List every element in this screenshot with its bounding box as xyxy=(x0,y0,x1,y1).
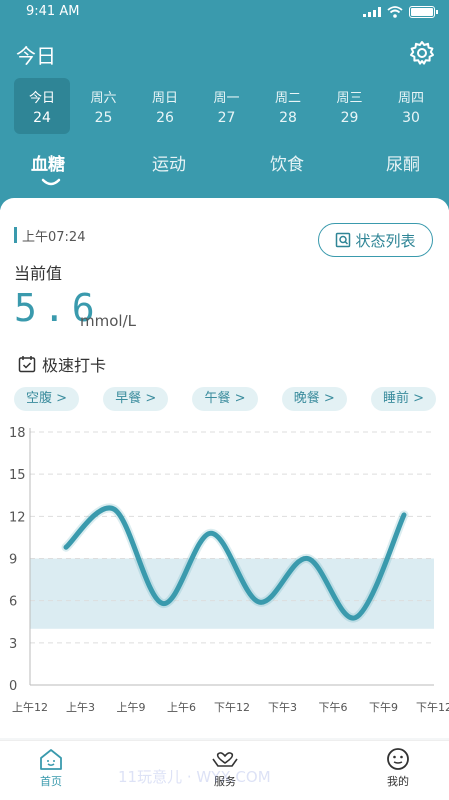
day-label: 周三 xyxy=(336,90,363,106)
tab-blood-sugar[interactable]: 血糖 xyxy=(31,150,65,175)
day-item[interactable]: 周三 29 xyxy=(322,78,378,134)
day-label: 周四 xyxy=(397,90,424,106)
y-tick-label: 3 xyxy=(9,637,17,652)
profile-icon xyxy=(387,748,409,770)
gear-icon[interactable] xyxy=(409,40,435,66)
day-label: 周二 xyxy=(274,90,301,106)
week-selector: 今日 24 周六 25 周日 26 周一 27 周二 28 周三 29 周四 30 xyxy=(14,78,439,136)
page-title: 今日 xyxy=(16,44,56,68)
glucose-chart: 0 3 6 9 12 15 18 上午12 上午3 上午9 上午6 下午12 下午3 下午6 下午9 下午12 xyxy=(9,426,449,714)
nav-profile-label: 我的 xyxy=(387,775,409,788)
day-number: 25 xyxy=(94,109,113,126)
day-item[interactable]: 周四 30 xyxy=(383,78,439,134)
y-tick-label: 6 xyxy=(9,595,17,610)
meal-chip-lunch[interactable]: 午餐 > xyxy=(192,387,258,411)
y-tick-label: 9 xyxy=(9,553,17,568)
x-tick-label: 下午12 xyxy=(416,701,449,714)
day-number: 26 xyxy=(156,109,174,126)
nav-profile[interactable]: 我的 xyxy=(368,747,428,789)
day-number: 29 xyxy=(340,109,359,126)
app-header: 9:41 AM 今日 今日 24 周六 25 周日 26 周一 27 周二 28 周三 29… xyxy=(0,0,449,210)
meal-chips: 空腹 > 早餐 > 午餐 > 晚餐 > 睡前 > xyxy=(14,387,436,411)
day-label: 周六 xyxy=(90,90,117,106)
y-tick-label: 18 xyxy=(9,426,26,441)
day-label: 今日 xyxy=(28,90,55,106)
x-tick-label: 上午12 xyxy=(12,701,48,714)
meal-chip-breakfast[interactable]: 早餐 > xyxy=(103,387,169,411)
tab-urine-ketone[interactable]: 尿酮 xyxy=(386,150,420,175)
status-time: 9:41 AM xyxy=(26,4,80,19)
active-tab-indicator xyxy=(41,178,61,186)
y-tick-label: 15 xyxy=(9,468,26,483)
nav-home-label: 首页 xyxy=(40,775,62,788)
x-tick-label: 上午9 xyxy=(117,701,146,714)
x-tick-label: 下午3 xyxy=(268,701,297,714)
x-tick-label: 上午3 xyxy=(66,701,95,714)
day-item[interactable]: 周二 28 xyxy=(260,78,316,134)
tab-diet[interactable]: 饮食 xyxy=(270,150,304,175)
wifi-icon xyxy=(387,6,403,18)
watermark-text: 11玩意儿 · WYX.COM xyxy=(118,768,271,786)
status-icons xyxy=(363,6,438,18)
signal-icon xyxy=(363,7,381,17)
meal-chip-fasting[interactable]: 空腹 > xyxy=(14,387,80,411)
x-tick-label: 下午9 xyxy=(369,701,398,714)
x-tick-label: 下午12 xyxy=(214,701,250,714)
day-label: 周一 xyxy=(213,90,240,106)
meal-chip-bedtime[interactable]: 睡前 > xyxy=(370,387,436,411)
quick-checkin-button[interactable]: 极速打卡 xyxy=(18,352,106,376)
day-item[interactable]: 周六 25 xyxy=(76,78,132,134)
calendar-check-icon xyxy=(18,356,36,373)
day-number: 24 xyxy=(33,109,51,126)
glucose-unit: mmol/L xyxy=(80,312,136,330)
day-today[interactable]: 今日 24 xyxy=(14,78,70,134)
quick-checkin-label: 极速打卡 xyxy=(42,356,107,375)
status-list-label: 状态列表 xyxy=(355,231,416,250)
status-bar: 9:41 AM xyxy=(26,4,438,22)
day-item[interactable]: 周日 26 xyxy=(137,78,193,134)
list-search-icon xyxy=(336,232,351,248)
day-item[interactable]: 周一 27 xyxy=(199,78,255,134)
tab-exercise[interactable]: 运动 xyxy=(152,150,186,175)
reading-time: 上午07:24 xyxy=(22,230,86,245)
battery-icon xyxy=(409,6,438,18)
day-number: 28 xyxy=(279,109,297,126)
time-marker xyxy=(14,227,17,243)
x-tick-label: 下午6 xyxy=(319,701,348,714)
nav-home[interactable]: 首页 xyxy=(21,747,81,789)
x-tick-label: 上午6 xyxy=(167,701,196,714)
y-tick-label: 0 xyxy=(9,679,17,694)
day-number: 27 xyxy=(217,109,236,126)
y-tick-label: 12 xyxy=(9,510,26,525)
day-label: 周日 xyxy=(151,90,178,106)
day-number: 30 xyxy=(402,109,420,126)
current-value-label: 当前值 xyxy=(14,264,63,283)
category-tabs: 血糖 运动 饮食 尿酮 xyxy=(0,150,449,190)
home-icon xyxy=(40,749,62,770)
status-list-button[interactable]: 状态列表 xyxy=(318,223,433,257)
meal-chip-dinner[interactable]: 晚餐 > xyxy=(281,387,347,411)
